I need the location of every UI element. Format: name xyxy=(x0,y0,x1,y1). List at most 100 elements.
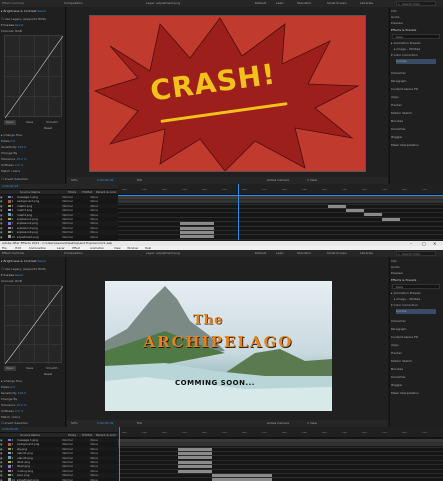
col-source-name[interactable]: Source Name xyxy=(20,434,40,437)
fx-change-by[interactable]: Change By xyxy=(1,151,17,156)
layer-name[interactable]: message 1.png xyxy=(17,195,63,199)
label-color-swatch[interactable] xyxy=(8,478,11,481)
visibility-eye-icon[interactable]: ◉ xyxy=(0,473,8,477)
time-ruler[interactable]: 00s 01s 02s 03s 04s 05s 06s 07s 08s 09s 10s 11s 12s 1… xyxy=(118,427,443,437)
layer-parent-select[interactable]: None xyxy=(91,217,98,221)
layer-duration-bar[interactable] xyxy=(178,447,212,451)
panel-wiggler[interactable]: Wiggler xyxy=(391,135,402,140)
composition-viewer[interactable]: CRASH! xyxy=(67,7,388,177)
label-color-swatch[interactable] xyxy=(8,226,11,230)
menu-item-file[interactable]: File xyxy=(2,247,7,250)
label-color-swatch[interactable] xyxy=(8,204,11,208)
layer-name[interactable]: explosion3.png xyxy=(17,226,63,230)
visibility-eye-icon[interactable]: ◉ xyxy=(0,464,8,468)
layer-parent-select[interactable]: None xyxy=(91,208,98,212)
label-color-swatch[interactable] xyxy=(8,460,11,464)
workspace-tab-learn[interactable]: Learn xyxy=(276,2,284,5)
label-color-swatch[interactable] xyxy=(8,456,11,459)
layer-name[interactable]: crash3.png xyxy=(17,208,63,212)
fx-curves[interactable]: ▾ Curves Reset xyxy=(1,273,23,278)
panel-smoother[interactable]: Smoother xyxy=(391,375,406,380)
layer-duration-bar[interactable] xyxy=(178,465,212,469)
menu-item-animation[interactable]: Animation xyxy=(90,247,104,250)
workspace-tab-small-screen[interactable]: Small Screen xyxy=(327,2,347,5)
panel-mask-interpolation[interactable]: Mask Interpolation xyxy=(391,143,419,148)
layer-name[interactable]: island2.png xyxy=(17,456,63,460)
menu-item-window[interactable]: Window xyxy=(127,247,138,250)
panel-audio[interactable]: Audio xyxy=(391,15,400,20)
curve-line[interactable] xyxy=(5,36,63,118)
label-color-swatch[interactable] xyxy=(8,195,11,199)
fx-channel[interactable]: Channel: RGB xyxy=(1,279,22,284)
col-trkmat[interactable]: TrkMat xyxy=(82,191,92,194)
curves-reset-button[interactable]: Reset xyxy=(44,127,52,130)
layer-parent-select[interactable]: None xyxy=(91,230,98,234)
panel-align[interactable]: Align xyxy=(391,95,399,100)
visibility-eye-icon[interactable]: ◉ xyxy=(0,199,8,203)
label-color-swatch[interactable] xyxy=(8,235,11,238)
visibility-eye-icon[interactable]: ◉ xyxy=(0,235,8,239)
layer-name[interactable]: soon.png xyxy=(17,473,63,477)
workspace-tab-default[interactable]: Default xyxy=(255,252,266,255)
fx-change-hue[interactable]: ▸ Change Hue xyxy=(1,379,22,384)
panel-info[interactable]: Info xyxy=(391,9,397,14)
fx-invert[interactable]: ☐ Invert Selection xyxy=(1,177,28,182)
layer-name[interactable]: adjustment.png xyxy=(17,235,63,239)
curves-reset-button[interactable]: Reset xyxy=(44,373,52,376)
layer-parent-select[interactable]: None xyxy=(91,442,98,446)
panel-character[interactable]: Character xyxy=(391,319,406,324)
panel-brushes[interactable]: Brushes xyxy=(391,119,403,124)
layer-duration-bar[interactable] xyxy=(180,226,214,230)
workspace-tab-default[interactable]: Default xyxy=(255,2,266,5)
curve-line[interactable] xyxy=(5,286,63,364)
layer-parent-select[interactable]: None xyxy=(91,195,98,199)
effect-controls-tab[interactable]: Effect Controls xyxy=(2,2,24,5)
layer-parent-select[interactable]: None xyxy=(91,438,98,442)
tree-color-correction[interactable]: ▾ Color Correction xyxy=(391,53,418,58)
layer-duration-bar[interactable] xyxy=(178,451,212,455)
workspace-tab-learn[interactable]: Learn xyxy=(276,252,284,255)
layer-tab[interactable]: Layer: adjustment.png xyxy=(146,2,180,5)
tree-animation-presets[interactable]: ▸ Animation Presets xyxy=(391,41,421,46)
workspace-tab-standard[interactable]: Standard xyxy=(297,2,311,5)
quality-select[interactable]: Full xyxy=(137,422,142,425)
layer-duration-bar[interactable] xyxy=(118,438,443,442)
help-search[interactable]: Search Help ⌕ xyxy=(396,1,436,6)
layer-name[interactable]: coming.png xyxy=(17,469,63,473)
layer-parent-select[interactable]: None xyxy=(91,447,98,451)
menu-item-layer[interactable]: Layer xyxy=(57,247,65,250)
panel-brushes[interactable]: Brushes xyxy=(391,367,403,372)
visibility-eye-icon[interactable]: ◉ xyxy=(0,456,8,460)
fx-tolerance[interactable]: Tolerance 15.0 % xyxy=(1,157,27,162)
layer-parent-select[interactable]: None xyxy=(91,451,98,455)
help-search[interactable]: Search Help ⌕ xyxy=(396,251,436,256)
layer-mode-select[interactable]: Normal xyxy=(63,213,77,217)
layer-name[interactable]: adjustment.png xyxy=(17,478,63,481)
panel-tracker[interactable]: Tracker xyxy=(391,103,402,108)
label-color-swatch[interactable] xyxy=(8,217,11,221)
workspace-tab-libraries[interactable]: Libraries xyxy=(360,2,373,5)
layer-mode-select[interactable]: Normal xyxy=(63,221,77,225)
panel-content-aware-fill[interactable]: Content-Aware Fill xyxy=(391,87,418,92)
layer-parent-select[interactable]: None xyxy=(91,204,98,208)
layer-mode-select[interactable]: Normal xyxy=(63,451,77,455)
layer-duration-bar[interactable] xyxy=(382,217,400,221)
layer-parent-select[interactable]: None xyxy=(91,464,98,468)
effects-search-input[interactable]: Curv xyxy=(392,34,440,39)
effects-presets-title[interactable]: Effects & Presets xyxy=(391,28,416,33)
label-color-swatch[interactable] xyxy=(8,438,11,442)
label-color-swatch[interactable] xyxy=(8,208,11,212)
layer-name[interactable]: crash4.png xyxy=(17,213,63,217)
layer-mode-select[interactable]: Normal xyxy=(63,478,77,481)
label-color-swatch[interactable] xyxy=(8,230,11,234)
layer-row[interactable]: ◉ 10adjustment.png Normal None xyxy=(0,477,118,481)
layer-name[interactable]: title2.png xyxy=(17,464,63,468)
tree-curves[interactable]: Curves xyxy=(396,59,436,64)
visibility-eye-icon[interactable]: ◉ xyxy=(0,447,8,451)
layer-name[interactable]: message 1.png xyxy=(17,438,63,442)
layer-mode-select[interactable]: Normal xyxy=(63,235,77,239)
layer-mode-select[interactable]: Normal xyxy=(63,204,77,208)
fx-match-colors[interactable]: Match colors xyxy=(1,415,20,420)
playhead[interactable] xyxy=(119,427,120,481)
viewer-timecode[interactable]: 0;00;04;09 xyxy=(97,422,113,425)
